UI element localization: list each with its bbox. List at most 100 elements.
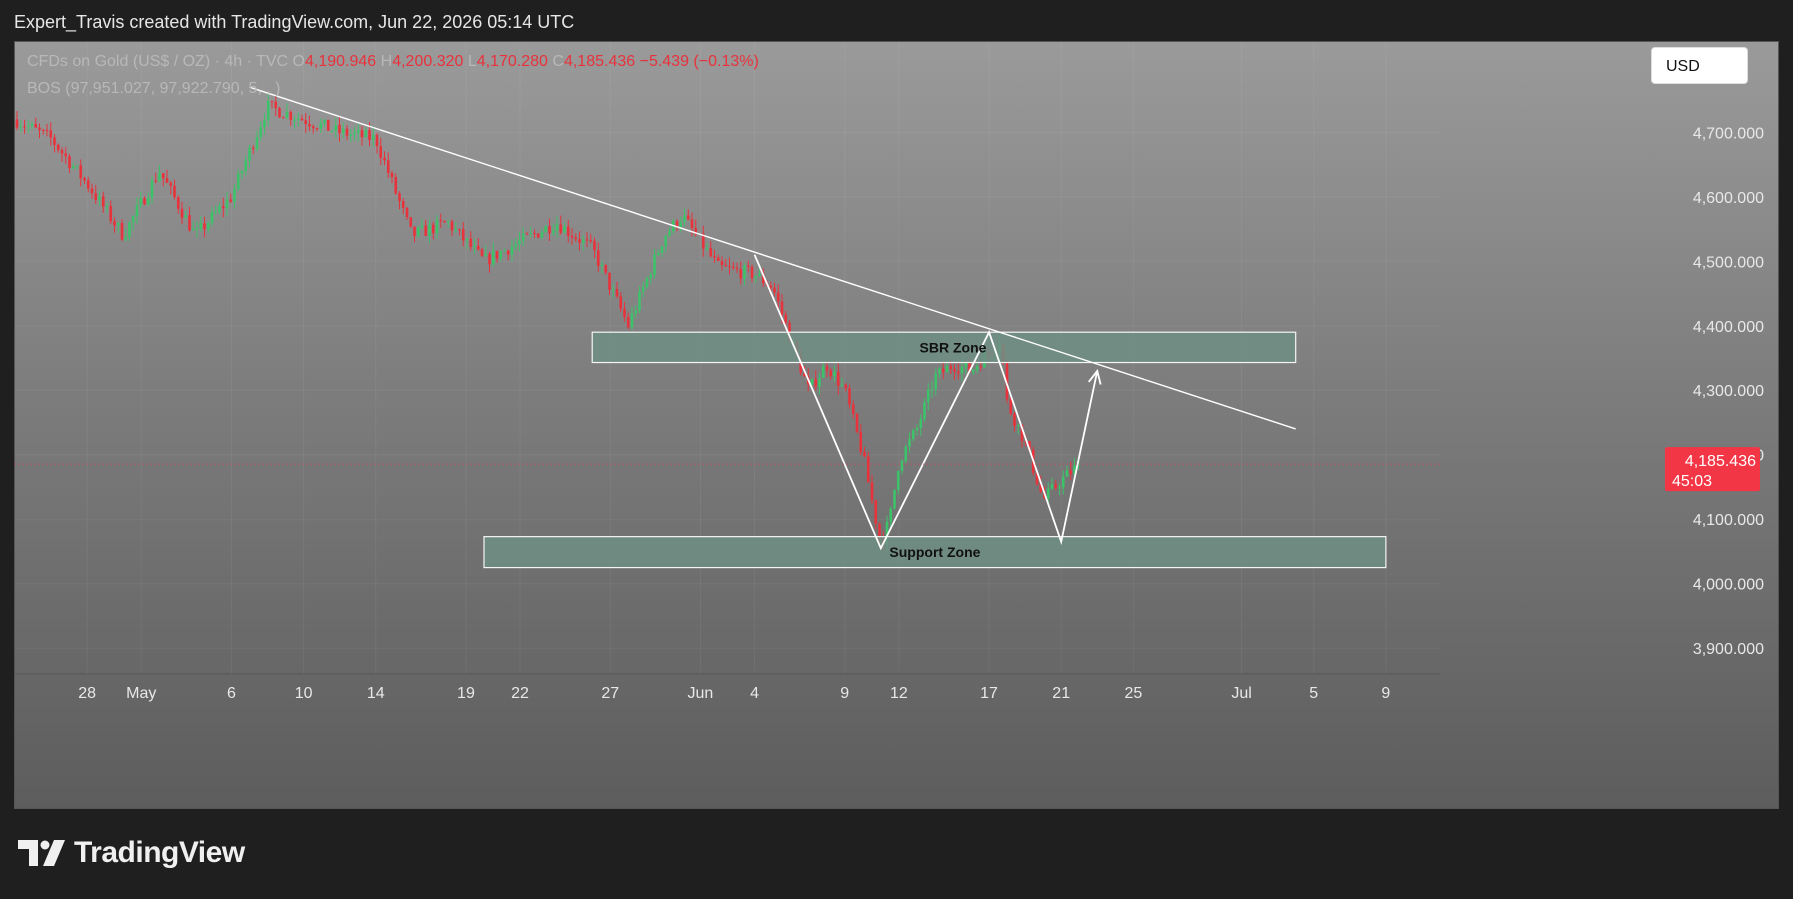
candle [255,130,259,152]
candle [101,191,105,213]
price-chart[interactable]: SBR Zone Support Zone 4,700.000 4,600.000 4,… [15,42,1778,808]
candle [525,232,529,235]
candle [176,195,180,214]
brand-logo[interactable]: TradingView [18,836,245,870]
candle [634,305,638,319]
candle [131,214,135,231]
low-label: L [467,53,477,70]
candle [371,126,375,147]
candle-body [206,223,210,230]
candle-body [375,134,379,147]
indicator-legend[interactable]: BOS (97,951.027, 97,922.790, 5, , ) [27,80,281,98]
candle-body [443,221,446,223]
last-price-value: 4,185.436 [1685,453,1756,470]
candle [60,147,64,162]
candle-body [139,198,143,206]
candle-body [1016,424,1020,427]
candle [128,221,131,242]
candle-body [863,451,866,457]
candle-body [158,173,161,182]
candle [221,197,225,218]
candle-body [979,366,983,368]
candle [416,225,420,238]
candle-body [435,220,439,234]
candle [926,383,930,411]
candle-body [908,439,911,447]
candle [746,260,750,273]
candle [750,264,754,283]
candle [863,447,866,458]
candle-body [585,239,589,241]
candle-body [754,275,758,278]
candle [893,489,896,510]
candle-body [716,257,720,261]
candle-body [634,310,638,314]
candle [1065,465,1069,477]
candle-body [38,127,41,130]
x-tick-label: 4 [750,685,759,702]
candle-body [229,199,233,202]
candle [158,165,161,183]
candle-body [221,206,225,209]
x-tick-label: 21 [1052,685,1070,702]
candle [833,365,836,382]
candle [911,428,915,442]
candle [94,185,98,205]
candle-body [559,224,563,233]
candle-body [1050,484,1054,489]
candle [953,363,956,380]
candle [263,113,266,135]
candle [866,451,870,483]
candle-body [68,156,71,169]
candle-body [1046,488,1050,499]
currency-button[interactable]: USD [1651,47,1748,84]
candle-body [368,130,371,140]
candle [818,373,821,395]
candle-body [244,160,248,172]
candle-body [941,368,945,373]
candle-body [608,272,611,290]
candle [409,217,413,228]
candle [724,258,728,267]
candle [521,227,525,247]
candle-body [645,277,649,287]
candle [551,223,555,237]
candle [293,115,296,129]
candle [1016,424,1020,435]
x-tick-label: 17 [980,685,998,702]
attribution-bar: Expert_Travis created with TradingView.c… [0,0,1793,40]
candle-body [821,366,825,378]
chart-area[interactable]: SBR Zone Support Zone 4,700.000 4,600.000 4,… [14,41,1779,809]
candle-body [218,206,221,212]
candle-body [656,252,660,255]
candle [379,137,383,165]
candle-body [638,291,641,311]
y-tick-label: 4,600.000 [1693,190,1764,207]
candle [581,234,585,251]
candle-body [135,205,139,217]
candle-body [848,388,851,405]
candle-body [529,232,533,234]
candle [570,228,574,245]
candle [161,173,165,187]
candle-body [450,221,454,231]
candle [270,100,274,109]
candle-body [248,147,251,161]
candle [34,117,38,129]
candle [296,112,300,127]
x-tick-label: 5 [1309,685,1318,702]
candle [941,361,945,379]
candle [731,261,735,270]
candle-body [960,366,964,374]
candle [251,145,255,154]
candle-body [30,124,34,126]
candle [240,169,244,180]
candle-body [41,129,45,131]
x-tick-label: 25 [1124,685,1142,702]
candle [315,127,319,132]
candle [615,281,619,299]
candle-body [26,125,30,127]
projection-path [753,254,1099,551]
candle-body [401,201,405,208]
candle-body [499,251,503,259]
